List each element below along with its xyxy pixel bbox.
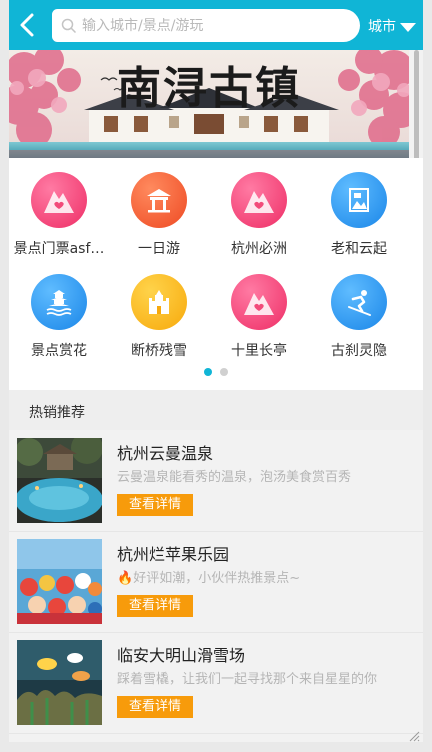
- top-bar: 城市: [9, 0, 423, 50]
- category-label: 杭州必洲: [231, 241, 287, 257]
- category-label: 古刹灵隐: [331, 343, 387, 359]
- back-button[interactable]: [13, 8, 41, 42]
- category-label: 十里长亭: [231, 343, 287, 359]
- category-icon-bg: [331, 172, 387, 228]
- pager-dot[interactable]: [220, 368, 228, 376]
- list-item[interactable]: 杭州烂苹果乐园 🔥好评如潮，小伙伴热推景点~ 查看详情: [9, 531, 423, 633]
- search-box[interactable]: [52, 9, 360, 42]
- category-item[interactable]: 景点门票asf…: [9, 158, 109, 258]
- resize-handle-icon[interactable]: [408, 730, 420, 742]
- app-frame: 城市: [9, 0, 423, 742]
- banner-title: 南浔古镇: [117, 63, 301, 114]
- amusement-park-thumbnail: [17, 539, 102, 624]
- category-label: 断桥残雪: [131, 343, 187, 359]
- item-title: 杭州云曼温泉: [117, 444, 214, 463]
- item-title: 临安大明山滑雪场: [117, 646, 246, 665]
- skier-icon: [348, 290, 371, 316]
- view-details-button[interactable]: 查看详情: [117, 494, 193, 516]
- category-item[interactable]: 老和云起: [309, 158, 409, 258]
- category-item[interactable]: 断桥残雪: [109, 260, 209, 360]
- category-icon-bg: [31, 172, 87, 228]
- category-label: 景点赏花: [31, 343, 87, 359]
- category-item[interactable]: 景点赏花: [9, 260, 109, 360]
- city-label: 城市: [368, 19, 396, 35]
- view-details-button[interactable]: 查看详情: [117, 595, 193, 617]
- item-title: 杭州烂苹果乐园: [117, 545, 230, 564]
- category-label: 老和云起: [331, 241, 387, 257]
- category-icon-bg: [31, 274, 87, 330]
- fire-icon: 🔥: [117, 571, 134, 586]
- item-description: 云曼温泉能看秀的温泉，泡汤美食赏百秀: [117, 470, 352, 485]
- category-icon-bg: [331, 274, 387, 330]
- banner[interactable]: 南浔古镇: [9, 50, 409, 158]
- category-item[interactable]: 杭州必洲: [209, 158, 309, 258]
- list-item[interactable]: 杭州云曼温泉 云曼温泉能看秀的温泉，泡汤美食赏百秀 查看详情: [9, 430, 423, 532]
- category-grid: 景点门票asf… 一日游 杭州必洲 老和云起 景点赏花 断桥残雪 十里长亭 古刹…: [9, 158, 423, 390]
- pager-dot-active[interactable]: [204, 368, 212, 376]
- item-description: 踩着雪橇，让我们一起寻找那个来自星星的你: [117, 672, 378, 687]
- category-icon-bg: [231, 172, 287, 228]
- city-select-button[interactable]: 城市: [368, 15, 416, 37]
- category-icon-bg: [131, 172, 187, 228]
- list-item[interactable]: 临安大明山滑雪场 踩着雪橇，让我们一起寻找那个来自星星的你 查看详情: [9, 632, 423, 734]
- search-input[interactable]: [82, 15, 342, 36]
- category-icon-bg: [131, 274, 187, 330]
- section-title: 热销推荐: [29, 405, 85, 421]
- item-description-text: 好评如潮，小伙伴热推景点~: [133, 571, 301, 586]
- section-header: 热销推荐: [9, 390, 423, 430]
- pavilion-icon: [147, 189, 171, 213]
- category-label: 景点门票asf…: [13, 241, 105, 257]
- category-item[interactable]: 十里长亭: [209, 260, 309, 360]
- category-label: 一日游: [138, 241, 180, 257]
- pagoda-icon: [46, 290, 72, 316]
- category-item[interactable]: 古刹灵隐: [309, 260, 409, 360]
- mountain-heart-icon: [244, 191, 274, 213]
- mountain-heart-icon: [244, 293, 274, 315]
- hot-spring-thumbnail: [17, 438, 102, 523]
- view-details-button[interactable]: 查看详情: [117, 696, 193, 718]
- search-icon: [61, 18, 77, 34]
- chevron-left-icon: [20, 13, 34, 37]
- category-icon-bg: [231, 274, 287, 330]
- carousel-pager: [9, 368, 423, 378]
- flag-map-icon: [349, 188, 369, 212]
- category-item[interactable]: 一日游: [109, 158, 209, 258]
- aquarium-thumbnail: [17, 640, 102, 725]
- triangle-down-icon: [400, 22, 416, 32]
- mountain-heart-icon: [44, 191, 74, 213]
- castle-icon: [149, 290, 169, 314]
- item-description: 🔥好评如潮，小伙伴热推景点~: [117, 567, 407, 586]
